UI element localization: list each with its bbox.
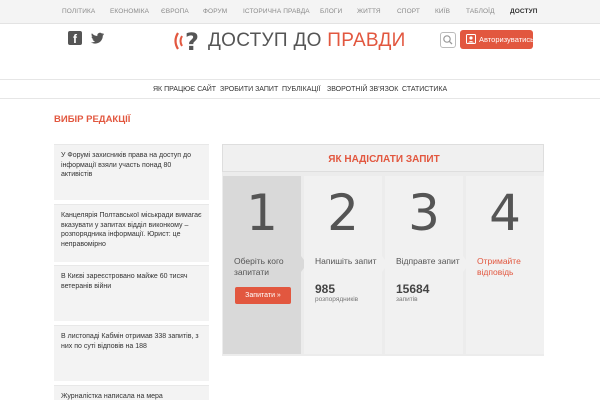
step-number: 3 <box>408 184 440 242</box>
step-text: Напишіть запит <box>315 256 377 266</box>
topnav-item-europe[interactable]: ЄВРОПА <box>161 8 189 15</box>
howto-header: ЯК НАДІСЛАТИ ЗАПИТ <box>222 144 544 172</box>
topnav-item-forum[interactable]: ФОРУМ <box>203 8 227 15</box>
twitter-icon[interactable] <box>91 31 105 45</box>
svg-text:?: ? <box>185 28 199 54</box>
ask-button[interactable]: Запитати » <box>235 287 291 304</box>
news-item-text: У Форумі захисників права на доступ до і… <box>61 152 191 178</box>
step-1: 1 Оберіть кого запитати Запитати » <box>223 176 301 354</box>
topnav-item-kyiv[interactable]: КИЇВ <box>435 8 450 15</box>
howto-title: ЯК НАДІСЛАТИ ЗАПИТ <box>328 154 440 165</box>
step-text: Оберіть кого запитати <box>234 256 284 277</box>
topnav-item-life[interactable]: ЖИТТЯ <box>357 8 381 15</box>
topnav-item-history[interactable]: ІСТОРИЧНА ПРАВДА <box>243 8 310 15</box>
list-item[interactable]: У Форумі захисників права на доступ до і… <box>54 144 209 200</box>
topnav-item-blogs[interactable]: БЛОГИ <box>320 8 342 15</box>
subnav-item-publications[interactable]: ПУБЛІКАЦІЇ <box>282 86 320 93</box>
step-count: 15684 <box>396 282 430 296</box>
list-item[interactable]: Журналістка написала на мера <box>54 385 209 400</box>
topnav-item-access[interactable]: ДОСТУП <box>510 8 538 15</box>
step-count: 985 <box>315 282 336 296</box>
step-2: 2 Напишіть запит 985 розпорядників <box>304 176 382 354</box>
editors-choice-title: ВИБІР РЕДАКЦІЇ <box>54 114 131 125</box>
step-number: 1 <box>246 184 278 242</box>
topnav-item-tabloid[interactable]: ТАБЛОЇД <box>466 8 495 15</box>
step-number: 4 <box>489 184 521 242</box>
subnav-item-how-it-works[interactable]: ЯК ПРАЦЮЄ САЙТ <box>153 86 216 93</box>
topnav-item-economy[interactable]: ЕКОНОМІКА <box>110 8 149 15</box>
site-logo-text[interactable]: ДОСТУП ДО ПРАВДИ <box>208 30 406 52</box>
logo-icon[interactable]: ? <box>172 28 204 56</box>
login-button-label: Авторизуватись <box>479 35 534 44</box>
step-count-label: розпорядників <box>315 296 359 303</box>
topnav-item-politics[interactable]: ПОЛІТИКА <box>62 8 95 15</box>
topnav-item-sport[interactable]: СПОРТ <box>397 8 420 15</box>
user-icon <box>466 34 476 44</box>
subnav-item-feedback[interactable]: ЗВОРОТНІЙ ЗВ'ЯЗОК <box>327 86 398 93</box>
news-item-text: Журналістка написала на мера <box>61 393 163 400</box>
site-header: f ? ДОСТУП ДО ПРАВДИ Авторизуватись <box>0 24 600 80</box>
list-item[interactable]: В листопаді Кабмін отримав 338 запитів, … <box>54 325 209 381</box>
subnav-item-make-request[interactable]: ЗРОБИТИ ЗАПИТ <box>220 86 278 93</box>
step-text: Отримайте відповідь <box>477 256 521 277</box>
step-text: Відправте запит <box>396 256 460 266</box>
list-item[interactable]: В Києві зареєстровано майже 60 тисяч вет… <box>54 265 209 321</box>
top-nav: ПОЛІТИКА ЕКОНОМІКА ЄВРОПА ФОРУМ ІСТОРИЧН… <box>0 0 600 24</box>
list-item[interactable]: Канцелярія Полтавської міськради вимагає… <box>54 204 209 262</box>
facebook-icon[interactable]: f <box>68 31 82 46</box>
step-4: 4 Отримайте відповідь <box>466 176 544 354</box>
step-count-label: запитів <box>396 296 418 303</box>
howto-panel: ЯК НАДІСЛАТИ ЗАПИТ 1 Оберіть кого запита… <box>222 144 544 356</box>
subnav-item-statistics[interactable]: СТАТИСТИКА <box>402 86 447 93</box>
search-icon[interactable] <box>440 32 456 48</box>
step-3: 3 Відправте запит 15684 запитів <box>385 176 463 354</box>
news-item-text: В Києві зареєстровано майже 60 тисяч вет… <box>61 273 188 290</box>
sub-nav: ЯК ПРАЦЮЄ САЙТ ЗРОБИТИ ЗАПИТ ПУБЛІКАЦІЇ … <box>0 80 600 99</box>
news-item-text: В листопаді Кабмін отримав 338 запитів, … <box>61 333 199 350</box>
news-item-text: Канцелярія Полтавської міськради вимагає… <box>61 212 202 248</box>
login-button[interactable]: Авторизуватись <box>460 30 534 49</box>
step-number: 2 <box>327 184 359 242</box>
